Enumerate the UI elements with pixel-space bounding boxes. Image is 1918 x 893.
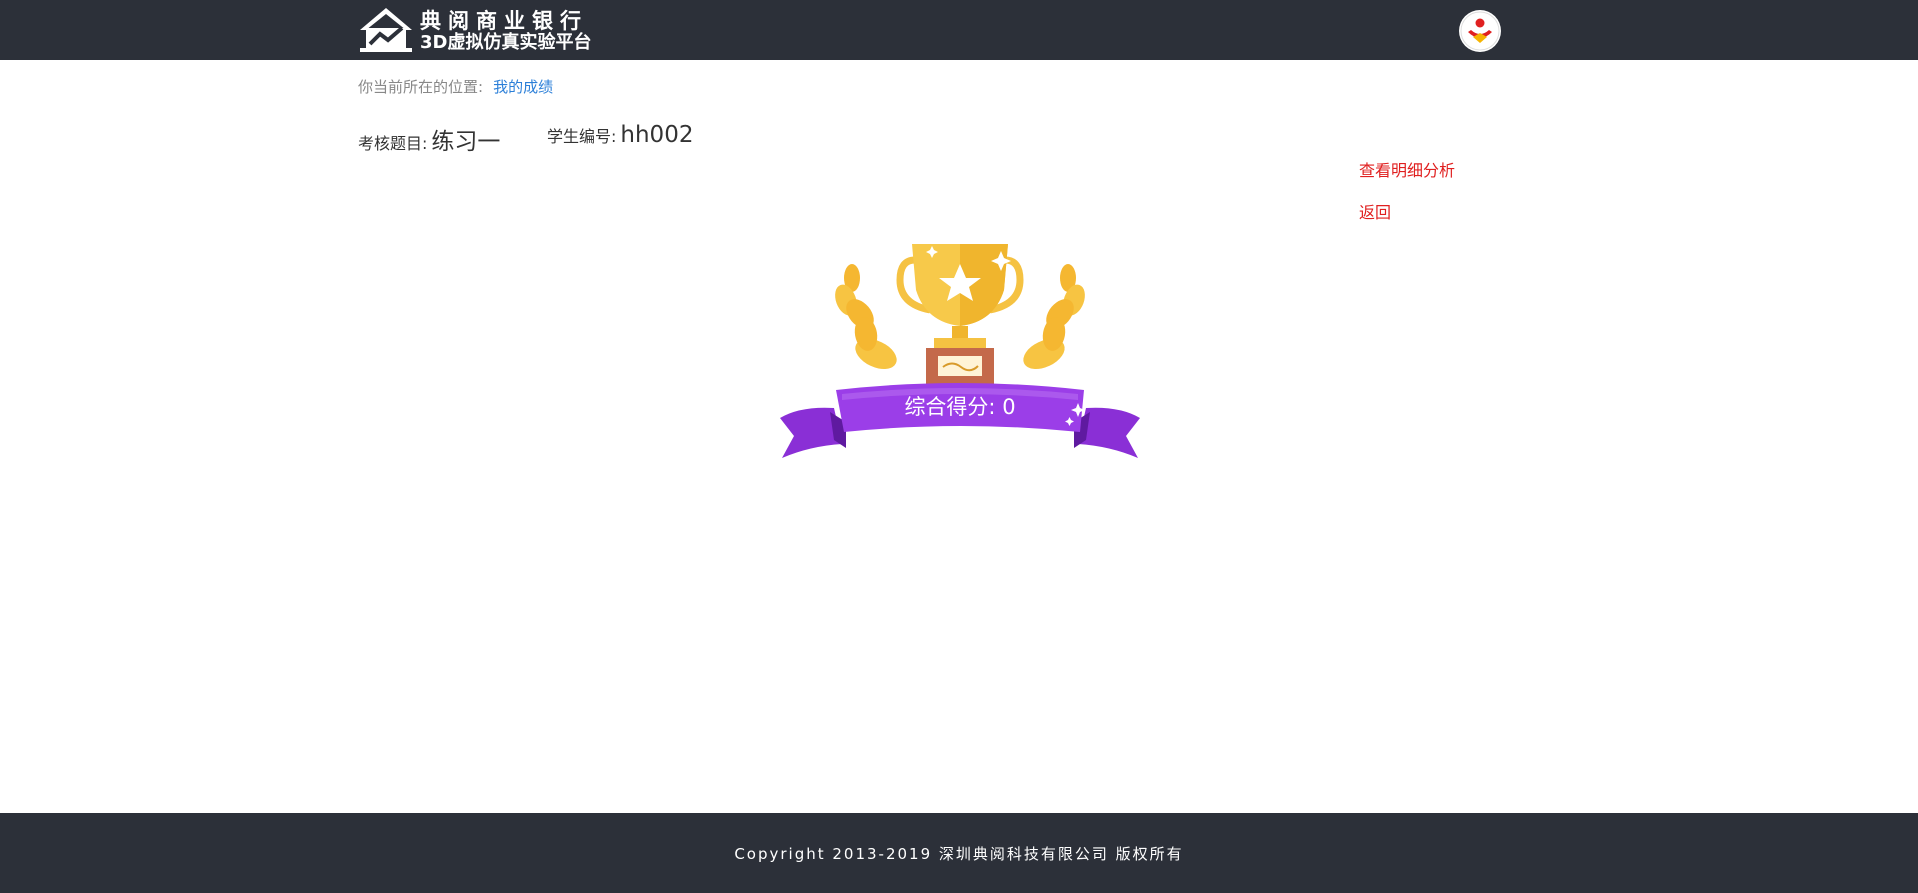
exam-topic-value: 练习一 (431, 129, 501, 155)
logo-subtitle: 3D虚拟仿真实验平台 (420, 32, 592, 53)
footer: Copyright 2013-2019 深圳典阅科技有限公司 版权所有 (0, 813, 1918, 893)
copyright-text: Copyright 2013-2019 深圳典阅科技有限公司 版权所有 (734, 845, 1184, 863)
exam-topic: 考核题目: 练习一 (358, 122, 500, 156)
breadcrumb-prefix: 你当前所在的位置: (358, 78, 484, 96)
student-id-value: hh002 (620, 122, 694, 148)
bank-logo[interactable]: 典阅商业银行 3D虚拟仿真实验平台 (358, 6, 618, 54)
right-laurel-icon (1023, 264, 1085, 370)
trophy-illustration (780, 244, 1140, 458)
logo-title: 典阅商业银行 (420, 9, 588, 33)
user-avatar-icon[interactable] (1459, 10, 1501, 52)
exam-topic-label: 考核题目: (358, 134, 428, 153)
breadcrumb-my-scores-link[interactable]: 我的成绩 (493, 78, 553, 96)
view-detail-analysis-link[interactable]: 查看明细分析 (1359, 157, 1455, 181)
left-laurel-icon (835, 264, 897, 370)
student-id: 学生编号: hh002 (547, 122, 693, 148)
top-navigation-bar: 典阅商业银行 3D虚拟仿真实验平台 (0, 0, 1918, 60)
trophy-cup-icon (896, 244, 1024, 394)
breadcrumb: 你当前所在的位置: 我的成绩 (358, 76, 553, 97)
house-chart-logo-icon (360, 8, 412, 52)
back-link[interactable]: 返回 (1359, 199, 1391, 223)
student-id-label: 学生编号: (547, 127, 617, 146)
overall-score: 综合得分: 0 (904, 395, 1016, 419)
